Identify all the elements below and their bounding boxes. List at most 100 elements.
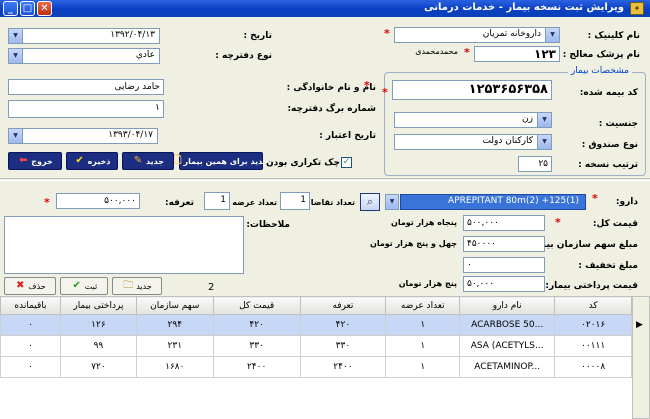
col-org-share[interactable]: سهم سازمان <box>135 296 214 315</box>
fund-select[interactable]: کارکنان دولت ▼ <box>394 134 552 150</box>
document-icon: 🗋 <box>173 155 182 166</box>
tariff-input[interactable]: ۵۰۰,۰۰۰ <box>56 193 140 209</box>
book-type-value: عادي <box>135 50 155 60</box>
gender-select[interactable]: زن ▼ <box>394 112 552 128</box>
new-button[interactable]: جدید ✎ <box>122 152 174 170</box>
cell-total[interactable]: ۲۴۰۰ <box>212 356 301 378</box>
cell-remaining[interactable]: ۰ <box>0 314 61 336</box>
cell-tariff[interactable]: ۳۳۰ <box>299 335 387 357</box>
minimize-button[interactable]: _ <box>3 1 18 16</box>
cell-org-share[interactable]: ۲۳۱ <box>135 335 214 357</box>
cell-drug-name[interactable]: ASA (ACETYLS... <box>459 335 556 357</box>
col-total[interactable]: قیمت کل <box>212 296 301 315</box>
cell-offered[interactable]: ۱ <box>385 335 461 357</box>
cell-remaining[interactable]: ۰ <box>0 335 61 357</box>
discount-input[interactable]: ۰ <box>463 257 545 273</box>
close-button[interactable]: ✕ <box>37 1 52 16</box>
cell-patient-pay[interactable]: ۷۲۰ <box>59 356 137 378</box>
cell-org-share[interactable]: ۱۶۸۰ <box>135 356 214 378</box>
row-new-button[interactable]: جدید 🗀 <box>112 277 162 295</box>
date-picker[interactable]: ۱۳۹۲/۰۴/۱۳ ▼ <box>8 28 160 44</box>
maximize-button[interactable]: □ <box>20 1 35 16</box>
order-label: ترتیب نسخه : <box>578 160 638 170</box>
cell-code[interactable]: ۰۲۰۱۶ <box>554 314 632 336</box>
cell-code[interactable]: ۰۰۱۱۱ <box>554 335 632 357</box>
delete-button[interactable]: حذف ✖ <box>4 277 56 295</box>
required-mark: * <box>364 79 370 92</box>
col-remaining[interactable]: باقیمانده <box>0 296 61 315</box>
table-row[interactable]: ۰۲۰۱۶ ACARBOSE 50... ۱ ۴۲۰ ۴۲۰ ۲۹۴ ۱۲۶ ۰ <box>0 314 632 336</box>
drug-value: APREPITANT 80m(2) +125(1) <box>448 196 579 206</box>
exit-button[interactable]: خروج ⬅ <box>8 152 62 170</box>
cell-drug-name[interactable]: ACETAMINOP... <box>459 356 556 378</box>
org-share-words: چهل و پنج هزار تومان <box>369 239 457 248</box>
patient-pay-label: قیمت پرداختی بیمار: <box>545 281 638 291</box>
patient-name-label: نام و نام خانوادگی : <box>286 83 376 93</box>
validity-date-value: ۱۳۹۳/۰۴/۱۷ <box>108 130 153 140</box>
discount-label: مبلغ تخفیف : <box>578 261 638 271</box>
org-share-input[interactable]: ۴۵۰۰۰۰ <box>463 236 545 252</box>
cell-patient-pay[interactable]: ۱۲۶ <box>59 314 137 336</box>
cell-offered[interactable]: ۱ <box>385 314 461 336</box>
chevron-down-icon[interactable]: ▼ <box>9 49 23 63</box>
grid-header-row: کد نام دارو تعداد عرضه تعرفه قیمت کل سهم… <box>0 296 632 315</box>
required-mark: * <box>464 46 470 59</box>
insurance-input[interactable]: ۱۲۵۳۶۵۶۳۵۸ <box>392 80 552 100</box>
search-icon[interactable]: ⌕ <box>360 193 380 211</box>
request-count-input[interactable]: 1 <box>280 192 310 210</box>
col-code[interactable]: کد <box>554 296 632 315</box>
fund-value: کارکنان دولت <box>482 136 533 146</box>
required-mark: * <box>44 196 50 209</box>
clinic-select[interactable]: داروخانه تمریان ▼ <box>394 27 560 43</box>
exit-arrow-icon: ⬅ <box>19 155 28 166</box>
cell-code[interactable]: ۰۰۰۰۸ <box>554 356 632 378</box>
required-mark: * <box>384 27 390 40</box>
register-button[interactable]: ثبت ✔ <box>60 277 108 295</box>
col-tariff[interactable]: تعرفه <box>299 296 387 315</box>
offered-count-input[interactable]: 1 <box>204 192 230 210</box>
notes-textarea[interactable] <box>4 216 244 274</box>
chevron-down-icon[interactable]: ▼ <box>9 29 23 43</box>
cell-org-share[interactable]: ۲۹۴ <box>135 314 214 336</box>
chevron-down-icon[interactable]: ▼ <box>545 28 559 42</box>
col-offered[interactable]: تعداد عرضه <box>385 296 461 315</box>
patient-pay-input[interactable]: ۵۰,۰۰۰ <box>463 276 545 292</box>
col-drug-name[interactable]: نام دارو <box>459 296 556 315</box>
cell-tariff[interactable]: ۲۴۰۰ <box>299 356 387 378</box>
chevron-down-icon[interactable]: ▼ <box>537 135 551 149</box>
duplicate-checkbox[interactable]: ✓ <box>341 157 352 168</box>
cell-tariff[interactable]: ۴۲۰ <box>299 314 387 336</box>
patient-name-input[interactable]: حامد رضایی <box>8 79 164 95</box>
cell-drug-name[interactable]: ACARBOSE 50... <box>459 314 556 336</box>
total-price-input[interactable]: ۵۰۰,۰۰۰ <box>463 215 545 231</box>
total-price-label: قیمت کل: <box>592 219 638 229</box>
new-for-patient-button[interactable]: جدید برای همین بیمار 🗋 <box>173 152 269 170</box>
doctor-code-input[interactable]: ۱۲۳ <box>474 46 560 62</box>
validity-date-picker[interactable]: ۱۳۹۳/۰۴/۱۷ ▼ <box>8 128 158 144</box>
col-patient-pay[interactable]: پرداختی بیمار <box>59 296 137 315</box>
org-share-label: مبلغ سهم سازمان بیمه: <box>531 240 638 250</box>
table-row[interactable]: ۰۰۰۰۸ ACETAMINOP... ۱ ۲۴۰۰ ۲۴۰۰ ۱۶۸۰ ۷۲۰… <box>0 356 632 378</box>
save-button[interactable]: ذخیره ✔ <box>66 152 118 170</box>
cell-remaining[interactable]: ۰ <box>0 356 61 378</box>
doctor-name: محمدمحمدی <box>415 47 458 56</box>
cell-total[interactable]: ۴۲۰ <box>212 314 301 336</box>
drug-select[interactable]: APREPITANT 80m(2) +125(1) ▼ <box>385 194 586 210</box>
cell-total[interactable]: ۳۳۰ <box>212 335 301 357</box>
chevron-down-icon[interactable]: ▼ <box>537 113 551 127</box>
chevron-down-icon[interactable]: ▼ <box>385 194 399 210</box>
book-type-select[interactable]: عادي ▼ <box>8 48 160 64</box>
app-icon: ✦ <box>630 2 644 15</box>
page-number-input[interactable]: ۱ <box>8 100 164 118</box>
order-input[interactable]: ۲۵ <box>518 156 552 172</box>
date-label: تاریخ : <box>243 31 272 41</box>
date-value: ۱۳۹۲/۰۴/۱۳ <box>110 30 155 40</box>
chevron-down-icon[interactable]: ▼ <box>9 129 23 143</box>
doctor-label: نام پزشک معالج : <box>562 50 640 60</box>
drug-grid: کد نام دارو تعداد عرضه تعرفه قیمت کل سهم… <box>0 296 632 378</box>
offered-count-label: تعداد عرضه : <box>226 198 277 207</box>
cell-offered[interactable]: ۱ <box>385 356 461 378</box>
cell-patient-pay[interactable]: ۹۹ <box>59 335 137 357</box>
tariff-label: تعرفه: <box>164 198 194 208</box>
table-row[interactable]: ۰۰۱۱۱ ASA (ACETYLS... ۱ ۳۳۰ ۳۳۰ ۲۳۱ ۹۹ ۰ <box>0 335 632 357</box>
